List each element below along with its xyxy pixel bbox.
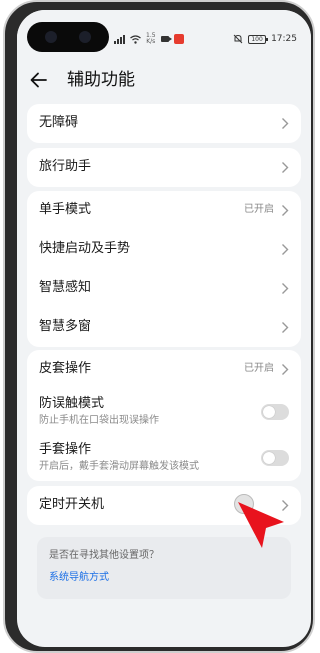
chevron-right-icon — [282, 205, 289, 216]
setting-label: 定时开关机 — [39, 497, 105, 512]
settings-group: 单手模式 已开启 快捷启动及手势 智慧感知 智慧多窗 — [27, 191, 301, 347]
front-camera-cutout — [27, 22, 109, 52]
settings-group: 无障碍 — [27, 104, 301, 143]
setting-label: 手套操作 — [39, 442, 92, 457]
camera-lens — [79, 31, 91, 43]
page-title: 辅助功能 — [67, 70, 135, 90]
setting-glove-mode: 手套操作 开启后，戴手套滑动屏幕触发该模式 — [27, 435, 301, 481]
network-speed: 1.5 K/s — [146, 33, 156, 45]
setting-travel-assistant[interactable]: 旅行助手 — [27, 148, 301, 187]
mute-icon — [233, 34, 243, 44]
setting-status: 已开启 — [244, 363, 274, 374]
setting-label: 旅行助手 — [39, 159, 92, 174]
chevron-right-icon — [282, 364, 289, 375]
status-left-icons: 1.5 K/s — [114, 32, 184, 46]
settings-group: 旅行助手 — [27, 148, 301, 187]
settings-group: 皮套操作 已开启 防误触模式 防止手机在口袋出现误操作 手套操作 开启后，戴手套… — [27, 350, 301, 481]
status-bar: 1.5 K/s 100 17:25 — [17, 10, 311, 56]
wifi-icon — [130, 34, 141, 44]
setting-accidental-touch-mode: 防误触模式 防止手机在口袋出现误操作 — [27, 389, 301, 435]
glove-mode-toggle[interactable] — [261, 450, 289, 466]
setting-label: 无障碍 — [39, 115, 79, 130]
battery-level: 100 — [251, 35, 263, 43]
chevron-right-icon — [282, 283, 289, 294]
setting-smart-awareness[interactable]: 智慧感知 — [27, 269, 301, 308]
signal-icon — [114, 34, 125, 44]
setting-cover-operation[interactable]: 皮套操作 已开启 — [27, 350, 301, 389]
status-right-icons: 100 17:25 — [233, 32, 297, 46]
chevron-right-icon — [282, 162, 289, 173]
toggle-knob — [263, 406, 275, 418]
status-time: 17:25 — [271, 34, 297, 44]
setting-status: 已开启 — [244, 204, 274, 215]
setting-description: 开启后，戴手套滑动屏幕触发该模式 — [39, 461, 199, 472]
accidental-touch-toggle[interactable] — [261, 404, 289, 420]
network-speed-unit: K/s — [146, 38, 156, 45]
pointer-arrow-icon — [238, 502, 284, 548]
chevron-right-icon — [282, 244, 289, 255]
setting-label: 单手模式 — [39, 202, 92, 217]
setting-accessibility[interactable]: 无障碍 — [27, 104, 301, 143]
back-arrow-icon[interactable] — [29, 70, 49, 90]
setting-label: 智慧感知 — [39, 280, 92, 295]
setting-label: 防误触模式 — [39, 396, 105, 411]
screen: 1.5 K/s 100 17:25 辅助功能 无障碍 旅行助手 单手模式 已开启… — [17, 10, 311, 647]
setting-label: 快捷启动及手势 — [39, 241, 131, 256]
app-notification-icon — [173, 34, 184, 44]
setting-label: 智慧多窗 — [39, 319, 92, 334]
phone-frame: 1.5 K/s 100 17:25 辅助功能 无障碍 旅行助手 单手模式 已开启… — [3, 0, 315, 653]
battery-icon: 100 — [248, 34, 269, 44]
setting-label: 皮套操作 — [39, 361, 92, 376]
suggestion-link[interactable]: 系统导航方式 — [49, 571, 109, 585]
setting-one-handed-mode[interactable]: 单手模式 已开启 — [27, 191, 301, 230]
suggestion-question: 是否在寻找其他设置项？ — [49, 550, 159, 561]
setting-smart-multi-window[interactable]: 智慧多窗 — [27, 308, 301, 347]
page-header: 辅助功能 — [17, 62, 311, 98]
chevron-right-icon — [282, 322, 289, 333]
chevron-right-icon — [282, 118, 289, 129]
setting-description: 防止手机在口袋出现误操作 — [39, 415, 159, 426]
video-record-icon — [160, 36, 172, 42]
toggle-knob — [263, 452, 275, 464]
setting-shortcuts-gestures[interactable]: 快捷启动及手势 — [27, 230, 301, 269]
camera-lens — [45, 31, 57, 43]
